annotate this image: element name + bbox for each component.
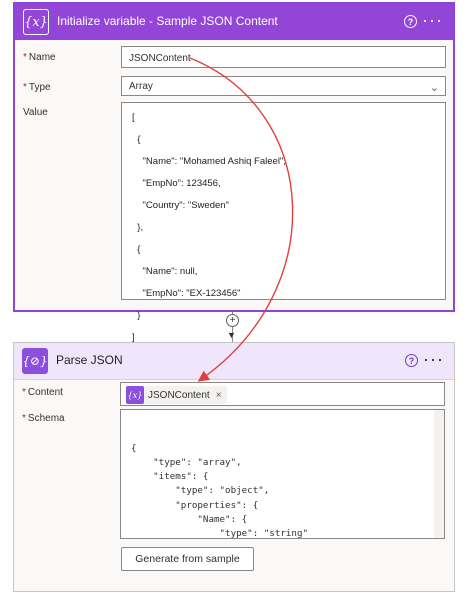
parse-json-card: {⊘} Parse JSON ? ··· * Content {x} JSONCo… [13, 342, 455, 592]
more-options-icon[interactable]: ··· [422, 11, 443, 29]
add-step-button[interactable]: + [226, 314, 239, 327]
schema-label: * Schema [22, 413, 65, 424]
type-dropdown[interactable]: Array ⌄ [121, 76, 446, 96]
schema-editor[interactable]: { "type": "array", "items": { "type": "o… [120, 409, 445, 539]
content-token-label: JSONContent [148, 389, 210, 401]
value-textarea[interactable]: [ { "Name": "Mohamed Ashiq Faleel", "Emp… [121, 102, 446, 343]
more-options-icon[interactable]: ··· [423, 350, 444, 368]
type-dropdown-value: Array [129, 81, 153, 92]
chevron-down-icon: ⌄ [429, 82, 439, 94]
initialize-variable-header[interactable]: {x} Initialize variable - Sample JSON Co… [15, 4, 453, 40]
content-input[interactable]: {x} JSONContent × [120, 382, 445, 406]
generate-from-sample-button[interactable]: Generate from sample [121, 547, 254, 571]
initialize-variable-card: {x} Initialize variable - Sample JSON Co… [13, 2, 455, 343]
arrow-down-icon: ▼ [227, 330, 236, 340]
schema-scrollbar[interactable] [434, 410, 444, 538]
help-icon[interactable]: ? [405, 354, 418, 367]
initialize-variable-title: Initialize variable - Sample JSON Conten… [57, 14, 278, 28]
content-label: * Content [22, 387, 63, 398]
variable-icon: {x} [23, 9, 49, 35]
help-icon[interactable]: ? [404, 15, 417, 28]
schema-text: { "type": "array", "items": { "type": "o… [131, 442, 309, 539]
parse-json-header[interactable]: {⊘} Parse JSON ? ··· [14, 343, 454, 380]
content-token[interactable]: {x} JSONContent × [126, 386, 227, 404]
parse-json-title: Parse JSON [56, 353, 123, 367]
parse-json-icon: {⊘} [22, 348, 48, 374]
value-label: Value [23, 107, 48, 118]
type-label: * Type [23, 82, 51, 93]
variable-icon: {x} [126, 386, 144, 404]
name-label: * Name [23, 52, 56, 63]
remove-token-icon[interactable]: × [216, 390, 222, 401]
name-input[interactable]: JSONContent [121, 46, 446, 68]
